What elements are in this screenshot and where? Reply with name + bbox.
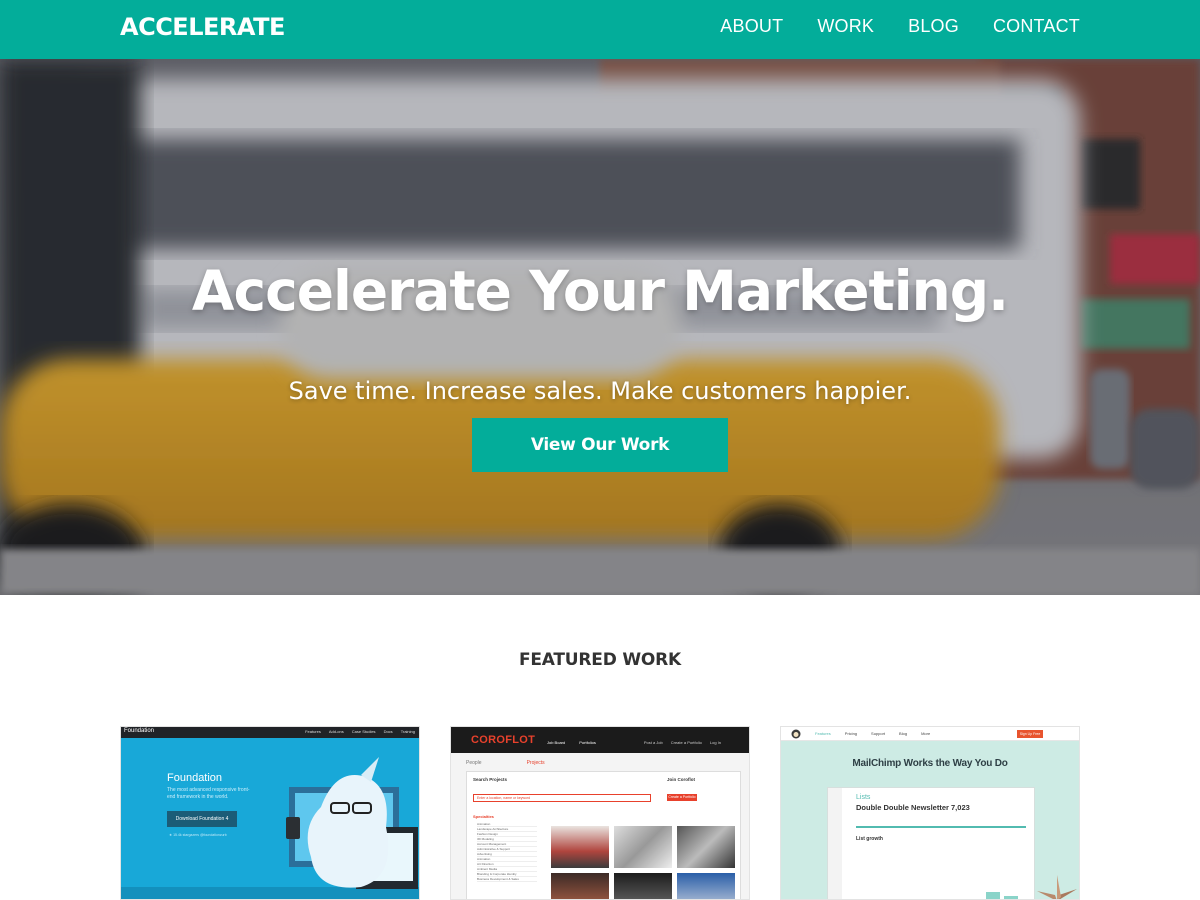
main-nav: ABOUT WORK BLOG CONTACT — [720, 16, 1080, 37]
coroflot-menu: Job Board Portfolios — [547, 740, 596, 745]
foundation-illustration — [121, 757, 419, 899]
coroflot-specialties-label: Specialties — [473, 814, 494, 819]
coroflot-project-grid — [551, 826, 735, 899]
featured-card-foundation[interactable]: Foundation Features Add-ons Case Studies… — [120, 726, 420, 900]
coroflot-menu-item: Create a Portfolio — [670, 740, 702, 745]
project-thumbnail — [614, 873, 672, 899]
mailchimp-signup-button: Sign Up Free — [1017, 730, 1043, 738]
coroflot-search-label: Search Projects — [473, 777, 508, 782]
mailchimp-logo-icon — [791, 729, 801, 739]
download-foundation-button: Download Foundation 4 — [167, 811, 237, 827]
nav-blog[interactable]: BLOG — [908, 16, 959, 37]
featured-work-heading: FEATURED WORK — [518, 650, 682, 670]
coroflot-tab-people: People — [466, 760, 482, 766]
succulent-plant-image — [1037, 875, 1077, 899]
site-header: ACCELERATE ABOUT WORK BLOG CONTACT — [0, 0, 1200, 59]
foundation-headline: Foundation — [167, 772, 223, 784]
site-logo[interactable]: ACCELERATE — [120, 13, 285, 41]
foundation-social-links: ★ 15.4k stargazers @foundationzurb — [169, 833, 227, 837]
mailchimp-menu-item: More — [921, 731, 931, 736]
nav-about[interactable]: ABOUT — [720, 16, 783, 37]
list-item: Business Development & Sales — [477, 877, 537, 882]
featured-card-mailchimp[interactable]: Features Pricing Support Blog More Sign … — [780, 726, 1080, 900]
coroflot-tabs: People Projects — [466, 760, 545, 766]
mailchimp-rate-bar — [856, 826, 1026, 828]
coroflot-tab-projects: Projects — [526, 760, 545, 766]
project-thumbnail — [614, 826, 672, 868]
coroflot-join-label: Join Coroflot — [667, 777, 695, 782]
project-thumbnail — [677, 873, 735, 899]
mailchimp-topbar: Features Pricing Support Blog More Sign … — [781, 727, 1079, 741]
project-thumbnail — [677, 826, 735, 868]
mailchimp-lists-label: Lists — [856, 794, 871, 801]
coroflot-topbar: COROFLOT Job Board Portfolios Post a Job… — [451, 727, 749, 753]
mailchimp-menu-item: Support — [871, 731, 886, 736]
hero-subtitle: Save time. Increase sales. Make customer… — [288, 377, 912, 405]
coroflot-logo: COROFLOT — [471, 734, 536, 746]
mailchimp-newsletter-title: Double Double Newsletter 7,023 — [856, 803, 970, 812]
coroflot-create-portfolio-button: Create a Portfolio — [667, 794, 697, 801]
mailchimp-menu-item: Blog — [899, 731, 908, 736]
coroflot-search-panel: Search Projects Enter a location, name o… — [466, 771, 741, 899]
coroflot-menu-item: Job Board — [547, 740, 566, 745]
coroflot-specialties-list: Animation Landscape Architecture Fashion… — [477, 822, 537, 882]
mailchimp-growth-label: List growth — [856, 836, 883, 842]
nav-contact[interactable]: CONTACT — [993, 16, 1080, 37]
mailchimp-menu-item: Features — [815, 731, 831, 736]
foundation-tagline: The most advanced responsive front-end f… — [167, 787, 250, 800]
featured-card-coroflot[interactable]: COROFLOT Job Board Portfolios Post a Job… — [450, 726, 750, 900]
nav-work[interactable]: WORK — [817, 16, 874, 37]
hero-section: Accelerate Your Marketing. Save time. In… — [0, 59, 1200, 595]
mailchimp-menu: Features Pricing Support Blog More — [815, 731, 930, 736]
mailchimp-sidebar — [828, 788, 842, 899]
hero-overlay — [0, 59, 1200, 595]
hero-title: Accelerate Your Marketing. — [191, 259, 1009, 323]
mailchimp-headline: MailChimp Works the Way You Do — [852, 758, 1008, 769]
view-our-work-button[interactable]: View Our Work — [472, 418, 728, 472]
coroflot-right-menu: Post a Job Create a Portfolio Log In — [644, 740, 721, 745]
coroflot-menu-item: Log In — [709, 740, 721, 745]
mailchimp-growth-chart — [986, 892, 1018, 899]
project-thumbnail — [551, 826, 609, 868]
coroflot-menu-item: Post a Job — [643, 740, 663, 745]
coroflot-menu-item: Portfolios — [579, 740, 596, 745]
coroflot-search-field: Enter a location, name or keyword — [473, 794, 651, 802]
mailchimp-dashboard: Lists Double Double Newsletter 7,023 Lis… — [827, 787, 1035, 899]
project-thumbnail — [551, 873, 609, 899]
mailchimp-menu-item: Pricing — [844, 731, 858, 736]
